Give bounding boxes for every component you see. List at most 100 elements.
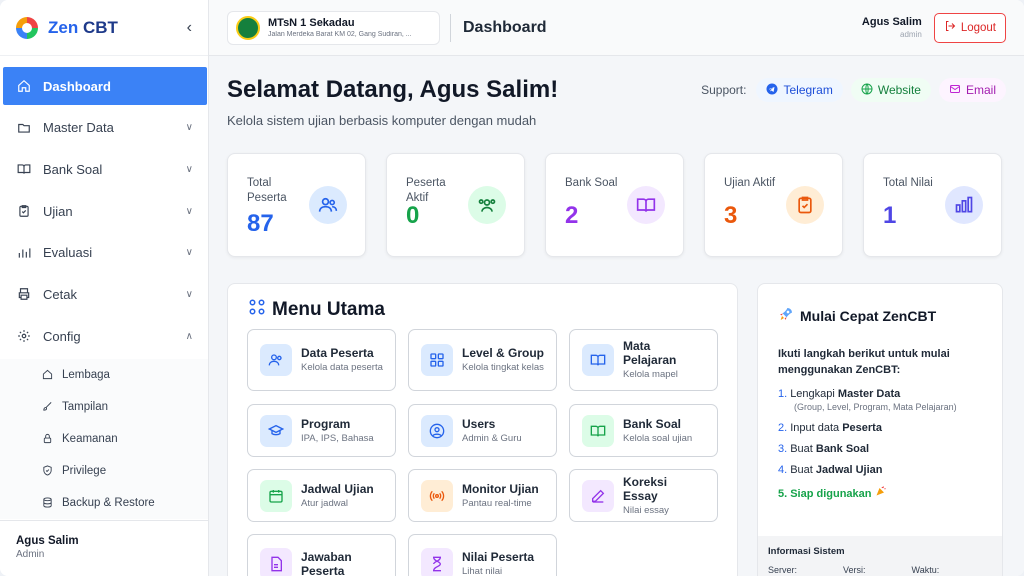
sidebar-subitem-label: Backup & Restore (62, 496, 155, 509)
graduation-cap-icon (260, 414, 292, 447)
stat-value: 0 (406, 202, 420, 229)
sidebar-subitem-tampilan[interactable]: Tampilan (0, 391, 208, 423)
gear-icon (17, 329, 33, 343)
shield-icon (42, 465, 55, 476)
school-name: MTsN 1 Sekadau (268, 17, 355, 29)
step-text: Buat (790, 443, 816, 455)
edit-icon (582, 479, 614, 512)
brush-icon (42, 401, 55, 412)
party-icon (875, 486, 887, 500)
tile-title: Data Peserta (301, 346, 374, 360)
system-info-server: Server: (768, 565, 798, 575)
quickstart-step: 2. Input data Peserta (778, 422, 993, 435)
step-number: 4. (778, 464, 788, 476)
sidebar-item-master-data[interactable]: Master Data ∨ (3, 109, 207, 147)
sidebar-user: Agus Salim Admin (0, 520, 209, 576)
sidebar-subitem-keamanan[interactable]: Keamanan (0, 423, 208, 455)
sidebar-item-label: Config (43, 328, 81, 344)
menu-tile-jawaban-peserta[interactable]: Jawaban Peserta (247, 534, 396, 576)
brand-name: Zen CBT (48, 18, 118, 38)
menu-tile-jadwal-ujian[interactable]: Jadwal Ujian Atur jadwal (247, 469, 396, 522)
hourglass-icon (421, 548, 453, 576)
menu-tile-program[interactable]: Program IPA, IPS, Bahasa (247, 404, 396, 457)
sidebar-item-label: Master Data (43, 120, 114, 136)
menu-tile-koreksi-essay[interactable]: Koreksi Essay Nilai essay (569, 469, 718, 522)
school-logo-icon (236, 15, 260, 40)
tile-subtitle: Kelola soal ujian (623, 432, 693, 444)
printer-icon (17, 287, 33, 301)
sidebar-item-config[interactable]: Config ∧ (3, 317, 207, 355)
step-text: Lengkapi (790, 388, 838, 400)
step-bold: Master Data (837, 388, 901, 400)
support-link-label: Telegram (783, 83, 833, 97)
menu-utama-card: Menu Utama Data Peserta Kelola data peser… (227, 283, 738, 576)
sidebar-item-evaluasi[interactable]: Evaluasi ∨ (3, 234, 207, 272)
sidebar-subitem-label: Lembaga (62, 368, 110, 381)
sidebar-subitem-label: Keamanan (62, 432, 118, 445)
page-title: Dashboard (463, 18, 547, 36)
menu-tile-data-peserta[interactable]: Data Peserta Kelola data peserta (247, 329, 396, 391)
quickstart-step: 5. Siap digunakan (778, 485, 993, 501)
step-number: 1. (778, 388, 788, 400)
step-number: 3. (778, 443, 788, 455)
stat-label: Total Peserta (247, 177, 287, 204)
book-icon (627, 186, 665, 224)
system-info-columns: Server: Versi: Waktu: (768, 565, 994, 575)
app-window: Zen CBT ‹ Dashboard Master Data ∨ Bank S… (0, 0, 1024, 576)
stat-value: 87 (247, 210, 274, 237)
logout-label: Logout (960, 21, 996, 34)
quickstart-step: 4. Buat Jadwal Ujian (778, 464, 993, 477)
book-icon (582, 344, 614, 376)
grid-icon (421, 344, 453, 376)
menu-tile-monitor-ujian[interactable]: Monitor Ujian Pantau real-time (408, 469, 557, 522)
sidebar-user-role: Admin (16, 549, 45, 560)
support-link-label: Website (877, 83, 921, 97)
main-content: Selamat Datang, Agus Salim! Kelola siste… (209, 56, 1024, 576)
clipboard-icon (17, 204, 33, 218)
header-divider (450, 13, 451, 42)
chevron-down-icon: ∨ (185, 205, 193, 217)
sidebar-item-dashboard[interactable]: Dashboard (3, 67, 207, 105)
welcome-subtitle: Kelola sistem ujian berbasis komputer de… (227, 113, 537, 128)
quickstart-step: 3. Buat Bank Soal (778, 443, 993, 456)
collapse-sidebar-icon[interactable]: ‹ (187, 19, 192, 37)
support-telegram-link[interactable]: Telegram (756, 78, 843, 102)
broadcast-icon (421, 479, 453, 512)
menu-tile-nilai-peserta[interactable]: Nilai Peserta Lihat nilai (408, 534, 557, 576)
tile-title: Jawaban Peserta (301, 550, 352, 576)
brand-name-cbt: CBT (78, 17, 118, 37)
support-website-link[interactable]: Website (850, 78, 931, 102)
tile-subtitle: Kelola tingkat kelas (462, 362, 544, 373)
tile-subtitle: Admin & Guru (462, 432, 522, 444)
menu-tile-mata-pelajaran[interactable]: Mata Pelajaran Kelola mapel (569, 329, 718, 391)
stat-value: 3 (724, 202, 738, 229)
logout-button[interactable]: Logout (933, 12, 1006, 43)
home-icon (17, 79, 33, 93)
tile-subtitle: Atur jadwal (301, 497, 348, 509)
sidebar-subitem-label: Tampilan (62, 400, 109, 413)
menu-tile-bank-soal[interactable]: Bank Soal Kelola soal ujian (569, 404, 718, 457)
brand-name-zen: Zen (48, 17, 79, 37)
users-icon (309, 186, 347, 224)
sidebar-item-label: Dashboard (43, 78, 111, 94)
system-info: Informasi Sistem Server: Versi: Waktu: (758, 536, 1002, 576)
stat-card-peserta-aktif: Peserta Aktif 0 (386, 153, 525, 257)
bar-chart-icon (945, 186, 983, 224)
sidebar-item-cetak[interactable]: Cetak ∨ (3, 275, 207, 313)
sidebar-item-bank-soal[interactable]: Bank Soal ∨ (3, 150, 207, 188)
sidebar-subitem-privilege[interactable]: Privilege (0, 455, 208, 487)
brand-logo-icon (16, 16, 38, 39)
menu-tile-users[interactable]: Users Admin & Guru (408, 404, 557, 457)
stat-card-total-nilai: Total Nilai 1 (863, 153, 1002, 257)
sidebar-subitem-backup-restore[interactable]: Backup & Restore (0, 487, 208, 519)
globe-icon (861, 83, 873, 98)
tile-subtitle: Lihat nilai (462, 566, 503, 576)
system-info-title: Informasi Sistem (768, 546, 845, 557)
menu-tile-level-group[interactable]: Level & Group Kelola tingkat kelas (408, 329, 557, 391)
step-bold: Bank Soal (815, 443, 870, 455)
step-text: Buat (790, 464, 816, 476)
sidebar-item-ujian[interactable]: Ujian ∨ (3, 192, 207, 230)
support-email-link[interactable]: Email (938, 78, 1006, 102)
tile-title: Users (462, 416, 496, 431)
sidebar-subitem-lembaga[interactable]: Lembaga (0, 359, 208, 391)
